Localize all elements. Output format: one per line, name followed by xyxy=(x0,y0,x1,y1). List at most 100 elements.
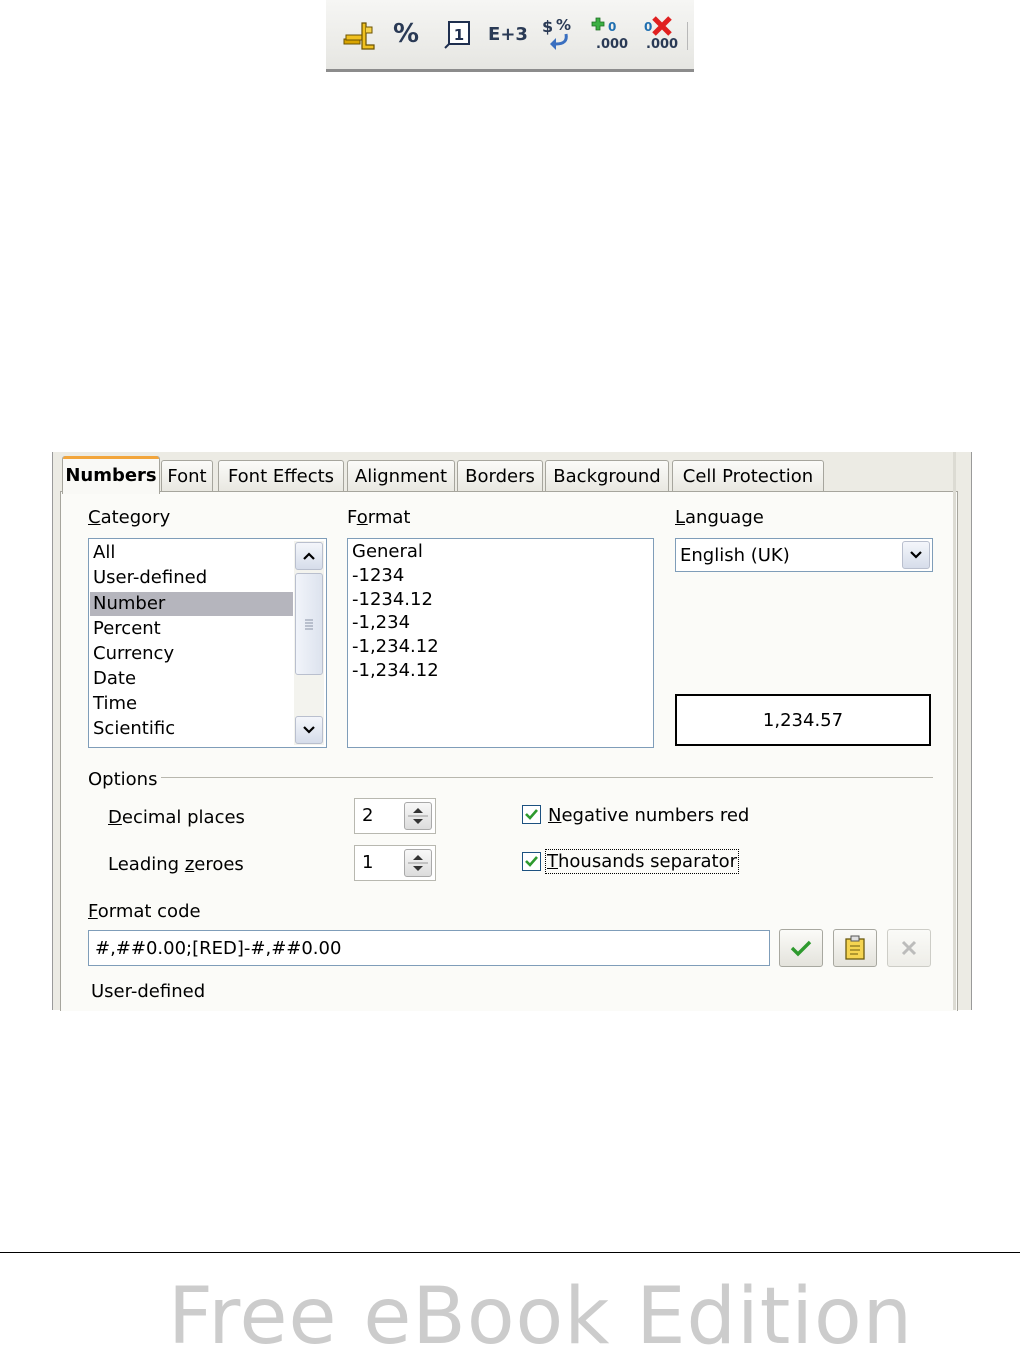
currency-format-button[interactable] xyxy=(340,14,380,54)
standard-format-button[interactable]: $ % xyxy=(538,14,580,54)
category-item-percent[interactable]: Percent xyxy=(93,617,161,641)
format-item[interactable]: -1234 xyxy=(352,564,404,588)
scroll-up-button[interactable] xyxy=(295,542,323,570)
options-separator xyxy=(161,777,933,778)
decimal-places-value: 2 xyxy=(362,805,374,826)
tab-borders[interactable]: Borders xyxy=(457,460,543,492)
category-item-scientific[interactable]: Scientific xyxy=(93,717,175,741)
negative-red-label: Negative numbers red xyxy=(548,805,750,826)
negative-red-checkbox[interactable] xyxy=(522,805,541,824)
svg-text:0: 0 xyxy=(608,20,616,34)
footer-watermark: Free eBook Edition xyxy=(168,1272,914,1362)
format-item[interactable]: -1,234.12 xyxy=(352,659,439,683)
category-item-date[interactable]: Date xyxy=(93,667,136,691)
category-label: Category xyxy=(88,507,171,528)
tab-background-label: Background xyxy=(553,466,661,487)
svg-text:%: % xyxy=(556,16,571,34)
numbers-panel: Category Format Language All User-define… xyxy=(60,491,958,1011)
add-decimal-place-button[interactable]: 0 .000 xyxy=(588,14,632,54)
footer-rule xyxy=(0,1252,1020,1253)
grip-icon xyxy=(305,619,313,630)
decimal-places-spinner[interactable]: 2 xyxy=(354,798,436,834)
category-item-number[interactable]: Number xyxy=(90,592,293,616)
tab-font-effects[interactable]: Font Effects xyxy=(218,460,344,492)
checkmark-icon xyxy=(790,940,812,957)
tab-numbers-label: Numbers xyxy=(65,465,157,486)
category-listbox[interactable]: All User-defined Number Percent Currency… xyxy=(88,538,327,748)
tab-background[interactable]: Background xyxy=(545,460,669,492)
format-code-value: #,##0.00;[RED]-#,##0.00 xyxy=(95,938,342,959)
format-item[interactable]: -1,234.12 xyxy=(352,635,439,659)
checkmark-icon xyxy=(525,809,538,820)
percent-format-icon: % xyxy=(392,19,420,49)
svg-text:1: 1 xyxy=(454,26,464,44)
tab-alignment-label: Alignment xyxy=(354,466,448,487)
decimal-places-stepper[interactable] xyxy=(404,802,432,830)
chevron-down-icon xyxy=(910,551,922,559)
close-icon xyxy=(901,940,917,956)
format-code-label: Format code xyxy=(88,901,201,922)
spin-arrows-icon xyxy=(408,855,428,871)
chevron-down-icon xyxy=(303,726,315,734)
apply-format-button[interactable] xyxy=(779,929,823,967)
spin-arrows-icon xyxy=(408,808,428,824)
options-label: Options xyxy=(88,769,158,790)
number-format-toolbar: % 1 E+3 $ % 0 .000 0 .000 xyxy=(326,0,694,72)
svg-text:0: 0 xyxy=(644,20,652,34)
category-item-all[interactable]: All xyxy=(93,541,115,565)
svg-text:.000: .000 xyxy=(596,37,628,52)
percent-format-button[interactable]: % xyxy=(388,14,424,54)
scroll-thumb[interactable] xyxy=(295,573,323,675)
scientific-format-button[interactable]: E+3 xyxy=(486,14,530,54)
standard-format-icon: $ % xyxy=(542,16,571,50)
language-value: English (UK) xyxy=(680,545,790,566)
tab-cell-protection-label: Cell Protection xyxy=(682,466,814,487)
format-item[interactable]: General xyxy=(352,540,423,564)
category-item-user-defined[interactable]: User-defined xyxy=(93,566,207,590)
category-item-time[interactable]: Time xyxy=(93,692,137,716)
format-label: Format xyxy=(347,507,411,528)
delete-decimal-place-button[interactable]: 0 .000 xyxy=(638,14,682,54)
scroll-down-button[interactable] xyxy=(295,716,323,744)
dialog-edge xyxy=(953,452,956,1010)
category-item-currency[interactable]: Currency xyxy=(93,642,174,666)
svg-text:$: $ xyxy=(542,17,553,36)
tab-borders-label: Borders xyxy=(465,466,535,487)
format-listbox[interactable]: General -1234 -1234.12 -1,234 -1,234.12 … xyxy=(347,538,654,748)
scientific-format-icon: E+3 xyxy=(488,23,528,45)
leading-zeroes-stepper[interactable] xyxy=(404,849,432,877)
tab-font[interactable]: Font xyxy=(161,460,213,492)
tab-cell-protection[interactable]: Cell Protection xyxy=(672,460,824,492)
leading-zeroes-spinner[interactable]: 1 xyxy=(354,845,436,881)
format-item[interactable]: -1234.12 xyxy=(352,588,433,612)
format-cells-dialog: Numbers Font Font Effects Alignment Bord… xyxy=(52,452,972,1011)
tab-numbers[interactable]: Numbers xyxy=(62,456,160,494)
language-combobox[interactable]: English (UK) xyxy=(675,538,933,572)
edit-comment-button[interactable] xyxy=(833,929,877,967)
language-dropdown-button[interactable] xyxy=(902,541,930,569)
date-format-icon: 1 xyxy=(444,21,470,49)
thousands-separator-checkbox[interactable] xyxy=(522,852,541,871)
date-format-button[interactable]: 1 xyxy=(438,14,476,54)
svg-text:.000: .000 xyxy=(646,37,678,52)
leading-zeroes-label: Leading zeroes xyxy=(108,854,244,875)
checkmark-icon xyxy=(525,856,538,867)
leading-zeroes-value: 1 xyxy=(362,852,374,873)
preview-value: 1,234.57 xyxy=(762,709,844,731)
tab-alignment[interactable]: Alignment xyxy=(347,460,455,492)
delete-format-button[interactable] xyxy=(887,929,931,967)
tab-bar: Numbers Font Font Effects Alignment Bord… xyxy=(53,452,969,494)
decimal-places-label: Decimal places xyxy=(108,807,245,828)
format-item[interactable]: -1,234 xyxy=(352,611,410,635)
format-preview: 1,234.57 xyxy=(675,694,931,746)
format-code-description: User-defined xyxy=(91,981,206,1002)
clipboard-icon xyxy=(845,935,865,960)
tab-font-label: Font xyxy=(167,466,207,487)
category-scrollbar[interactable] xyxy=(294,541,324,745)
format-code-input[interactable]: #,##0.00;[RED]-#,##0.00 xyxy=(88,930,770,966)
toolbar-separator xyxy=(687,22,688,50)
currency-format-icon xyxy=(343,22,375,50)
delete-decimal-place-icon: 0 .000 xyxy=(644,16,678,52)
add-decimal-place-icon: 0 .000 xyxy=(591,17,628,52)
thousands-separator-label: Thousands separator xyxy=(545,849,739,874)
